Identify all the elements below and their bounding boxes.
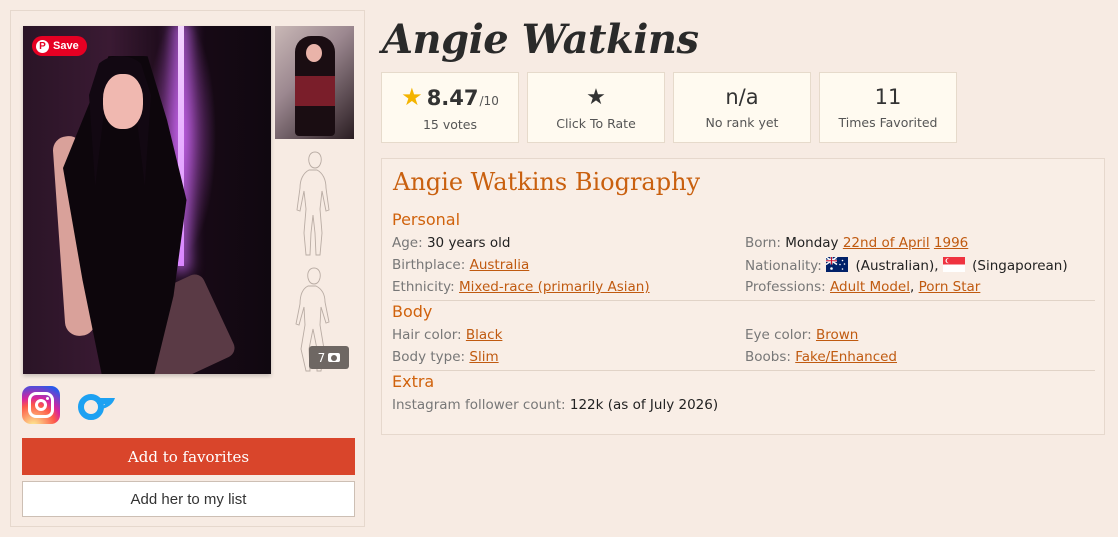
eye-link[interactable]: Brown: [816, 327, 858, 343]
instagram-row: Instagram follower count: 122k (as of Ju…: [392, 397, 718, 413]
star-icon: ★: [401, 83, 423, 111]
pinterest-save-button[interactable]: P Save: [32, 36, 87, 56]
profession-link-1[interactable]: Adult Model: [830, 279, 910, 295]
section-personal: Personal: [392, 210, 461, 229]
hair-row: Hair color: Black: [392, 327, 502, 343]
birthplace-link[interactable]: Australia: [470, 257, 530, 273]
add-to-favorites-button[interactable]: Add to favorites: [22, 438, 355, 475]
rating-box: ★ 8.47/10 15 votes: [381, 72, 519, 143]
profession-separator: ,: [910, 279, 915, 295]
boobs-link[interactable]: Fake/Enhanced: [795, 349, 897, 365]
votes-count: 15 votes: [422, 117, 478, 132]
onlyfans-icon[interactable]: [77, 386, 117, 424]
boobs-row: Boobs: Fake/Enhanced: [745, 349, 897, 365]
biography-title: Angie Watkins Biography: [393, 168, 701, 196]
camera-icon: [328, 353, 341, 362]
rank-box: n/a No rank yet: [673, 72, 811, 143]
nationality-1: (Australian),: [855, 258, 939, 274]
ethnicity-row: Ethnicity: Mixed-race (primarily Asian): [392, 279, 650, 295]
age-row: Age: 30 years old: [392, 235, 510, 251]
rate-label: Click To Rate: [556, 115, 636, 131]
divider: [392, 370, 1095, 371]
instagram-ring: [28, 392, 54, 418]
section-body: Body: [392, 302, 433, 321]
page-title: Angie Watkins: [382, 16, 699, 63]
section-extra: Extra: [392, 372, 435, 391]
born-year-link[interactable]: 1996: [934, 235, 968, 251]
instagram-icon[interactable]: [22, 386, 60, 424]
favorited-label: Times Favorited: [838, 115, 938, 130]
thumb-face: [306, 44, 322, 62]
ethnicity-link[interactable]: Mixed-race (primarily Asian): [459, 279, 650, 295]
eye-row: Eye color: Brown: [745, 327, 858, 343]
instagram-value: 122k (as of July 2026): [569, 397, 719, 413]
divider: [392, 300, 1095, 301]
profile-sidebar: P Save 7 Add to favorites Add her to my …: [10, 10, 365, 527]
bodytype-row: Body type: Slim: [392, 349, 499, 365]
birthplace-row: Birthplace: Australia: [392, 257, 529, 273]
birthplace-label: Birthplace:: [392, 257, 466, 273]
born-label: Born:: [745, 235, 781, 251]
main-photo[interactable]: P Save: [23, 26, 271, 374]
photo-face: [103, 74, 143, 129]
born-day: Monday: [785, 235, 839, 251]
nationality-2: (Singaporean): [972, 258, 1068, 274]
photo-count-badge[interactable]: 7: [309, 346, 349, 369]
profession-link-2[interactable]: Porn Star: [919, 279, 981, 295]
nationality-row: Nationality: (Australian), (Singaporean): [745, 257, 1068, 274]
biography-panel: Angie Watkins Biography Personal Age: 30…: [381, 158, 1105, 435]
rank-value: n/a: [725, 85, 759, 109]
bodytype-link[interactable]: Slim: [469, 349, 498, 365]
rating-denominator: /10: [479, 94, 499, 108]
rank-label: No rank yet: [705, 115, 779, 130]
favorited-box: 11 Times Favorited: [819, 72, 957, 143]
professions-row: Professions: Adult Model, Porn Star: [745, 279, 980, 295]
hair-label: Hair color:: [392, 327, 462, 343]
gallery-thumbnail[interactable]: [275, 26, 354, 139]
instagram-label: Instagram follower count:: [392, 397, 566, 413]
born-date-link[interactable]: 22nd of April: [843, 235, 930, 251]
silhouette-placeholder-icon[interactable]: [290, 148, 340, 258]
bodytype-label: Body type:: [392, 349, 466, 365]
photo-count: 7: [317, 350, 326, 365]
professions-label: Professions:: [745, 279, 826, 295]
born-row: Born: Monday 22nd of April 1996: [745, 235, 968, 251]
age-label: Age:: [392, 235, 423, 251]
rate-star-icon: ★: [586, 84, 606, 110]
age-value: 30 years old: [426, 235, 511, 251]
eye-label: Eye color:: [745, 327, 812, 343]
singapore-flag-icon: [942, 257, 965, 272]
pinterest-icon: P: [36, 39, 49, 53]
rating-value: 8.47: [426, 86, 479, 110]
nationality-label: Nationality:: [745, 258, 822, 274]
rate-box[interactable]: ★ Click To Rate: [527, 72, 665, 143]
ethnicity-label: Ethnicity:: [392, 279, 455, 295]
boobs-label: Boobs:: [745, 349, 791, 365]
hair-link[interactable]: Black: [466, 327, 503, 343]
thumb-dress: [295, 76, 335, 106]
australia-flag-icon: [826, 257, 849, 272]
save-label: Save: [53, 40, 79, 52]
add-to-list-button[interactable]: Add her to my list: [22, 481, 355, 517]
favorited-count: 11: [874, 85, 902, 109]
